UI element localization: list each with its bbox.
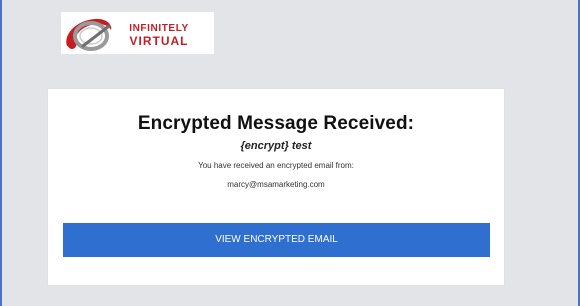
infinitely-virtual-logo: INFINITELY VIRTUAL <box>61 12 214 54</box>
email-title: Encrypted Message Received: <box>137 113 415 134</box>
logo-text-line2: VIRTUAL <box>130 34 189 48</box>
received-note: You have received an encrypted email fro… <box>198 161 354 170</box>
email-card: Encrypted Message Received: {encrypt} te… <box>48 89 504 285</box>
email-subject: {encrypt} test <box>240 140 312 152</box>
sender-address: marcy@msamarketing.com <box>227 180 325 189</box>
window-edge-left <box>0 0 2 306</box>
logo-text-line1: INFINITELY <box>129 23 189 34</box>
view-encrypted-email-button[interactable]: VIEW ENCRYPTED EMAIL <box>63 223 490 257</box>
